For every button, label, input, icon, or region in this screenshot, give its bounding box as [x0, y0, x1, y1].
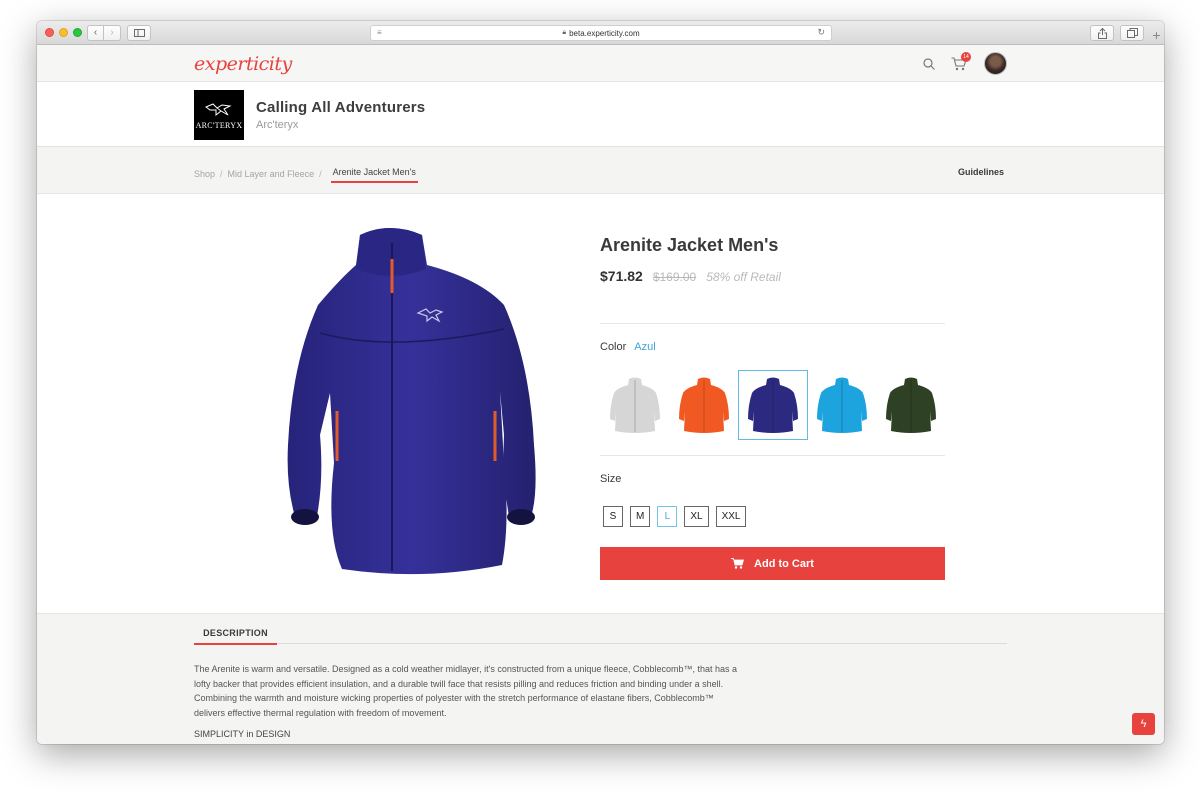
- breadcrumb-category[interactable]: Mid Layer and Fleece: [228, 169, 315, 179]
- size-option-m[interactable]: M: [630, 506, 651, 527]
- arcteryx-bird-icon: [205, 102, 232, 116]
- forward-button[interactable]: ›: [104, 25, 121, 41]
- close-window-button[interactable]: [45, 28, 54, 37]
- reader-icon[interactable]: ≡: [377, 28, 382, 37]
- search-icon[interactable]: [923, 58, 935, 70]
- share-button[interactable]: [1090, 25, 1114, 41]
- product-title: Arenite Jacket Men's: [600, 235, 779, 255]
- jacket-thumbnail-icon: [610, 377, 660, 433]
- product-image[interactable]: [242, 213, 542, 578]
- brand-name[interactable]: Arc'teryx: [256, 119, 298, 131]
- color-swatches: [600, 370, 945, 440]
- tab-underline: [194, 643, 1007, 644]
- size-option-xxl[interactable]: XXL: [715, 506, 747, 527]
- discount-label: 58% off Retail: [706, 270, 781, 284]
- lightning-icon: ϟ: [1140, 718, 1147, 730]
- add-to-cart-button[interactable]: Add to Cart: [600, 547, 945, 580]
- jacket-thumbnail-icon: [886, 377, 936, 433]
- description-section: DESCRIPTION The Arenite is warm and vers…: [37, 613, 1164, 744]
- product-section: Arenite Jacket Men's $71.82 $169.00 58% …: [37, 195, 1164, 613]
- brand-logo[interactable]: ARC'TERYX: [194, 90, 244, 140]
- lock-icon: 🔒︎: [562, 29, 567, 36]
- url-text: beta.experticity.com: [569, 28, 640, 38]
- color-swatch-blue[interactable]: [807, 370, 877, 440]
- breadcrumb-bar: Shop / Mid Layer and Fleece / Arenite Ja…: [37, 146, 1164, 194]
- site-header: experticity 14: [37, 45, 1164, 82]
- add-to-cart-label: Add to Cart: [754, 557, 814, 570]
- jacket-thumbnail-icon: [748, 377, 798, 433]
- experticity-logo[interactable]: experticity: [194, 53, 292, 75]
- selected-color-value: Azul: [634, 341, 656, 353]
- user-avatar[interactable]: [984, 52, 1007, 75]
- share-icon: [1097, 27, 1107, 39]
- price-row: $71.82 $169.00 58% off Retail: [600, 268, 781, 284]
- description-text: The Arenite is warm and versatile. Desig…: [194, 664, 737, 718]
- campaign-title: Calling All Adventurers: [256, 99, 426, 116]
- brand-logo-text: ARC'TERYX: [195, 120, 243, 130]
- chevron-left-icon: ‹: [93, 27, 98, 38]
- breadcrumb-shop[interactable]: Shop: [194, 169, 215, 179]
- color-swatch-orange[interactable]: [669, 370, 739, 440]
- size-label: Size: [600, 473, 622, 485]
- color-swatch-green[interactable]: [876, 370, 946, 440]
- sidebar-icon: [133, 29, 145, 37]
- cart-icon: [731, 558, 745, 569]
- minimize-window-button[interactable]: [59, 28, 68, 37]
- tab-description[interactable]: DESCRIPTION: [194, 628, 277, 645]
- color-swatch-azul[interactable]: [738, 370, 808, 440]
- size-options: S M L XL XXL: [603, 506, 747, 527]
- breadcrumb-separator: /: [319, 168, 322, 179]
- back-button[interactable]: ‹: [87, 25, 104, 41]
- divider: [600, 455, 945, 456]
- size-option-l[interactable]: L: [657, 506, 678, 527]
- retail-price: $169.00: [652, 270, 697, 284]
- breadcrumb-current: Arenite Jacket Men's: [330, 167, 419, 183]
- reload-icon[interactable]: ↻: [817, 27, 825, 38]
- color-label: Color: [600, 341, 627, 353]
- tabs-icon: [1126, 28, 1138, 38]
- new-tab-button[interactable]: +: [1149, 27, 1164, 43]
- address-bar[interactable]: ≡ 🔒︎ beta.experticity.com ↻: [370, 25, 832, 41]
- breadcrumb-separator: /: [220, 168, 223, 179]
- sidebar-toggle-button[interactable]: [127, 25, 151, 41]
- chevron-right-icon: ›: [110, 27, 114, 38]
- description-subheading: SIMPLICITY in DESIGN: [194, 729, 291, 739]
- size-option-s[interactable]: S: [603, 506, 623, 527]
- color-label-row: Color Azul: [600, 341, 656, 353]
- tabs-overview-button[interactable]: [1120, 25, 1144, 41]
- jacket-thumbnail-icon: [817, 377, 867, 433]
- jacket-thumbnail-icon: [679, 377, 729, 433]
- color-swatch-grey[interactable]: [600, 370, 670, 440]
- guidelines-link[interactable]: Guidelines: [958, 167, 1004, 177]
- brand-header: ARC'TERYX Calling All Adventurers Arc'te…: [37, 82, 1164, 146]
- feedback-chat-button[interactable]: ϟ: [1132, 713, 1155, 735]
- browser-toolbar: ‹ › ≡ 🔒︎ beta.experticity.com ↻ +: [37, 21, 1164, 45]
- breadcrumb: Shop / Mid Layer and Fleece / Arenite Ja…: [194, 167, 419, 183]
- size-option-xl[interactable]: XL: [684, 506, 709, 527]
- browser-window: ‹ › ≡ 🔒︎ beta.experticity.com ↻ + expert…: [37, 21, 1164, 744]
- divider: [600, 323, 945, 324]
- sale-price: $71.82: [600, 268, 643, 284]
- cart-count-badge: 14: [961, 52, 971, 62]
- zoom-window-button[interactable]: [73, 28, 82, 37]
